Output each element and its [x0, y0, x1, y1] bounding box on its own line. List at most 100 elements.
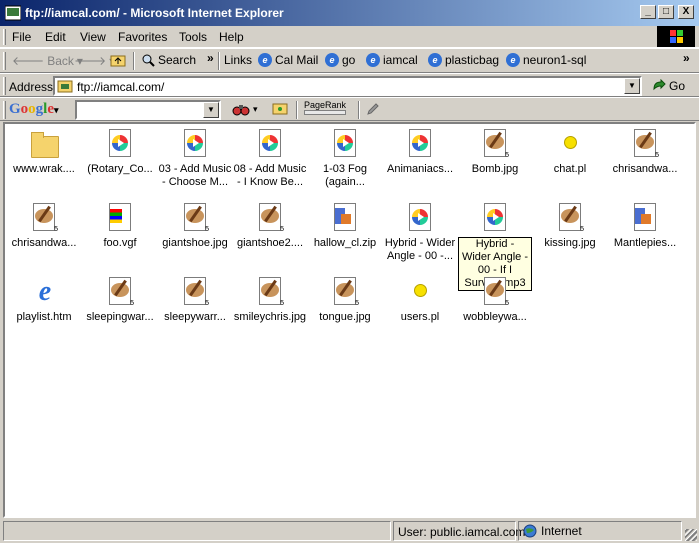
menu-file[interactable]: File: [12, 30, 31, 44]
link-plasticbag[interactable]: e plasticbag: [428, 53, 499, 67]
links-label: Links: [224, 53, 253, 67]
standard-toolbar: 🡐 Back ▾ 🡒 ▾ Search » Links e Cal Mail e…: [0, 48, 699, 73]
file-item[interactable]: Hybrid - Wider Angle - 00 -...: [383, 202, 457, 263]
file-item[interactable]: hallow_cl.zip: [308, 202, 382, 250]
link-cal-mail[interactable]: e Cal Mail: [258, 53, 318, 67]
file-item[interactable]: chat.pl: [533, 128, 607, 176]
link-iamcal[interactable]: e iamcal: [366, 53, 418, 67]
file-item[interactable]: 5 giantshoe2....: [233, 202, 307, 250]
image-file-icon: 5: [479, 276, 511, 308]
file-item[interactable]: 5 smileychris.jpg: [233, 276, 307, 324]
file-item[interactable]: 5 chrisandwa...: [7, 202, 81, 250]
google-grip[interactable]: [3, 101, 6, 119]
file-item[interactable]: 08 - Add Music - I Know Be...: [233, 128, 307, 189]
menu-tools[interactable]: Tools: [179, 30, 207, 44]
binoculars-dropdown-icon[interactable]: ▾: [253, 104, 258, 115]
ie-link-icon: e: [366, 53, 380, 67]
google-binoculars-button[interactable]: ▾: [232, 101, 258, 117]
address-grip[interactable]: [3, 77, 6, 95]
media-file-icon: [404, 128, 436, 160]
file-item[interactable]: 5 kissing.jpg: [533, 202, 607, 250]
file-item[interactable]: 5 chrisandwa...: [608, 128, 682, 176]
toolbar-more-button[interactable]: »: [207, 51, 214, 65]
file-name: Bomb.jpg: [471, 163, 519, 175]
link-neuron1-sql[interactable]: e neuron1-sql: [506, 53, 586, 67]
file-item[interactable]: users.pl: [383, 276, 457, 324]
file-item[interactable]: 03 - Add Music - Choose M...: [158, 128, 232, 189]
menu-favorites[interactable]: Favorites: [118, 30, 167, 44]
address-dropdown-button[interactable]: ▼: [624, 78, 640, 94]
ie-app-icon[interactable]: [4, 5, 22, 21]
search-label: Search: [158, 53, 197, 67]
highlight-button[interactable]: [366, 102, 380, 116]
file-name: Animaniacs...: [386, 163, 454, 175]
links-more-button[interactable]: »: [683, 51, 690, 65]
status-zone-label: Internet: [541, 524, 582, 538]
file-name: kissing.jpg: [544, 237, 596, 249]
google-folder-button[interactable]: [272, 101, 288, 115]
file-name: Mantlepies...: [613, 237, 677, 249]
file-item[interactable]: 5 sleepingwar...: [83, 276, 157, 324]
toolbar-separator: [133, 52, 135, 70]
google-logo[interactable]: Google▾: [9, 101, 59, 118]
file-item[interactable]: e playlist.htm: [7, 276, 81, 324]
file-item[interactable]: 5 sleepywarr...: [158, 276, 232, 324]
pagerank-indicator[interactable]: PageRank: [304, 100, 346, 115]
forward-arrow-icon: 🡒: [74, 54, 107, 68]
archive-file-icon: [629, 202, 661, 234]
image-file-icon: 5: [479, 128, 511, 160]
menu-view[interactable]: View: [80, 30, 106, 44]
file-item[interactable]: 5 Bomb.jpg: [458, 128, 532, 176]
folder-icon: [28, 128, 60, 160]
maximize-button[interactable]: □: [658, 5, 674, 19]
go-button[interactable]: Go: [652, 79, 685, 93]
back-arrow-icon: 🡐: [12, 54, 45, 68]
internet-globe-icon: [523, 524, 537, 538]
file-item[interactable]: 5 giantshoe.jpg: [158, 202, 232, 250]
ie-link-icon: e: [258, 53, 272, 67]
folder-star-icon: [272, 103, 288, 115]
binoculars-icon: [232, 105, 250, 116]
up-folder-button[interactable]: [110, 53, 126, 67]
ie-link-icon: e: [506, 53, 520, 67]
file-name: 03 - Add Music - Choose M...: [158, 163, 232, 188]
file-listing[interactable]: www.wrak.... (Rotary_Co... 03 - Add Music …: [3, 122, 696, 518]
go-label: Go: [669, 79, 686, 93]
image-file-icon: 5: [629, 128, 661, 160]
file-name: giantshoe2....: [236, 237, 304, 249]
link-label: iamcal: [383, 53, 418, 67]
address-value: ftp://iamcal.com/: [77, 80, 165, 94]
file-item[interactable]: 1-03 Fog (again...: [308, 128, 382, 189]
close-button[interactable]: X: [678, 5, 694, 19]
search-button[interactable]: Search: [141, 53, 196, 67]
file-item[interactable]: (Rotary_Co...: [83, 128, 157, 176]
up-folder-icon: [110, 55, 126, 67]
file-item[interactable]: Animaniacs...: [383, 128, 457, 176]
link-go[interactable]: e go: [325, 53, 355, 67]
google-search-dropdown[interactable]: ▼: [203, 102, 219, 118]
resize-grip[interactable]: [685, 529, 697, 541]
file-item[interactable]: Mantlepies...: [608, 202, 682, 250]
link-label: neuron1-sql: [523, 53, 587, 67]
file-item[interactable]: foo.vgf: [83, 202, 157, 250]
image-file-icon: 5: [329, 276, 361, 308]
ftp-folder-icon: [57, 80, 73, 93]
menu-grip[interactable]: [3, 29, 6, 45]
file-name: Hybrid - Wider Angle - 00 -...: [384, 237, 456, 262]
back-button[interactable]: 🡐 Back ▾: [12, 53, 83, 69]
search-icon: [142, 54, 155, 67]
back-label: Back: [47, 53, 74, 68]
minimize-button[interactable]: _: [640, 5, 656, 19]
file-name: foo.vgf: [103, 237, 137, 249]
address-input[interactable]: ftp://iamcal.com/ ▼: [53, 76, 642, 96]
file-name: sleepingwar...: [86, 311, 154, 323]
menu-edit[interactable]: Edit: [45, 30, 66, 44]
media-file-icon: [104, 128, 136, 160]
toolbar-grip[interactable]: [3, 52, 6, 70]
menu-help[interactable]: Help: [219, 30, 244, 44]
file-item[interactable]: 5 wobbleywa...: [458, 276, 532, 324]
html-file-icon: e: [38, 276, 52, 307]
file-item[interactable]: 5 tongue.jpg: [308, 276, 382, 324]
file-item[interactable]: www.wrak....: [7, 128, 81, 176]
google-search-input[interactable]: ▼: [75, 100, 221, 120]
